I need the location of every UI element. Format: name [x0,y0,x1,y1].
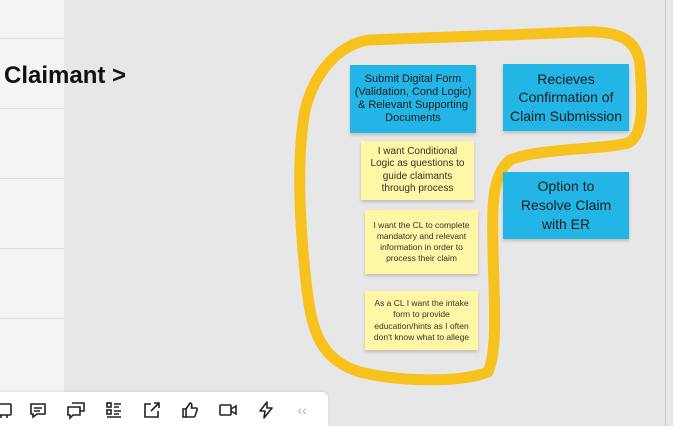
sticky-receives-confirmation[interactable]: Recieves Confirmation of Claim Submissio… [503,64,629,131]
sticky-submit-form[interactable]: Submit Digital Form (Validation, Cond Lo… [350,65,476,133]
sticky-option-resolve[interactable]: Option to Resolve Claim with ER [503,172,629,239]
sticky-text: I want the CL to complete mandatory and … [373,219,470,264]
divider [0,108,64,109]
frame-icon[interactable] [0,398,16,422]
sticky-text: As a CL I want the intake form to provid… [373,298,470,342]
divider [0,38,64,39]
comment-icon[interactable] [26,398,50,422]
share-icon[interactable] [140,398,164,422]
divider [0,178,64,179]
lightning-icon[interactable] [254,398,278,422]
bottom-toolbar: ‹‹ [0,392,328,426]
sticky-note-conditional-logic[interactable]: I want Conditional Logic as questions to… [361,141,474,200]
chat-icon[interactable] [64,398,88,422]
sticky-text: I want Conditional Logic as questions to… [370,145,465,195]
sticky-text: Option to Resolve Claim with ER [520,178,612,232]
canvas-edge [665,0,666,426]
list-icon[interactable] [102,398,126,422]
video-icon[interactable] [216,398,240,422]
thumbs-up-icon[interactable] [178,398,202,422]
sticky-text: Submit Digital Form (Validation, Cond Lo… [354,72,472,125]
sticky-note-cl-complete[interactable]: I want the CL to complete mandatory and … [365,210,478,274]
divider [0,248,64,249]
divider [0,318,64,319]
collapse-toolbar-button[interactable]: ‹‹ [290,398,314,422]
sticky-text: Recieves Confirmation of Claim Submissio… [509,71,623,124]
frame-title[interactable]: Claimant > [4,62,126,90]
sticky-note-intake-form[interactable]: As a CL I want the intake form to provid… [365,291,478,350]
